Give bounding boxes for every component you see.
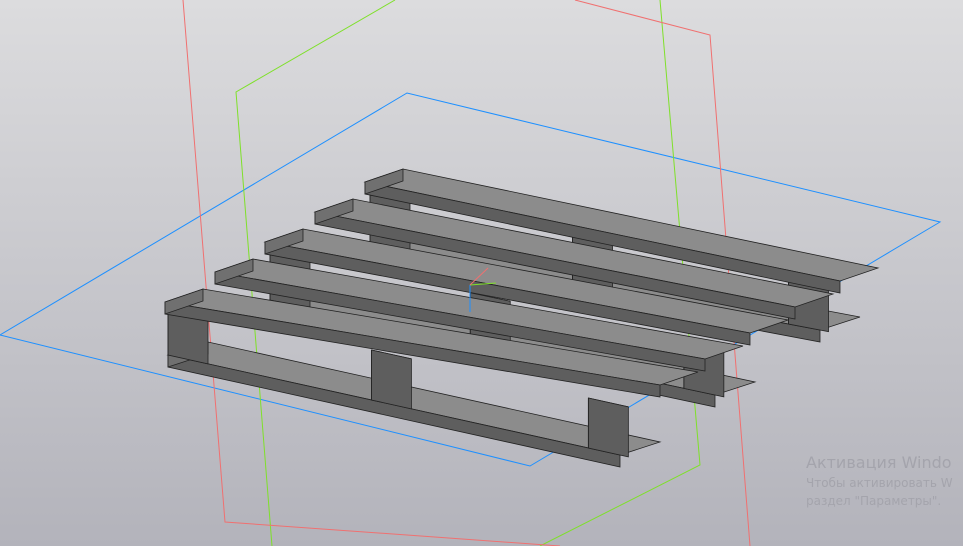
windows-activation-watermark: Активация Windo Чтобы активировать W раз… xyxy=(806,452,963,510)
watermark-line2: Чтобы активировать W xyxy=(806,476,953,490)
pallet-model[interactable] xyxy=(164,168,880,468)
block-2-2-front xyxy=(587,397,629,458)
3d-viewport[interactable]: Активация Windo Чтобы активировать W раз… xyxy=(0,0,963,546)
watermark-line3: раздел "Параметры". xyxy=(806,494,942,508)
block-2-1-front xyxy=(370,349,412,410)
watermark-line1: Активация Windo xyxy=(806,453,952,472)
